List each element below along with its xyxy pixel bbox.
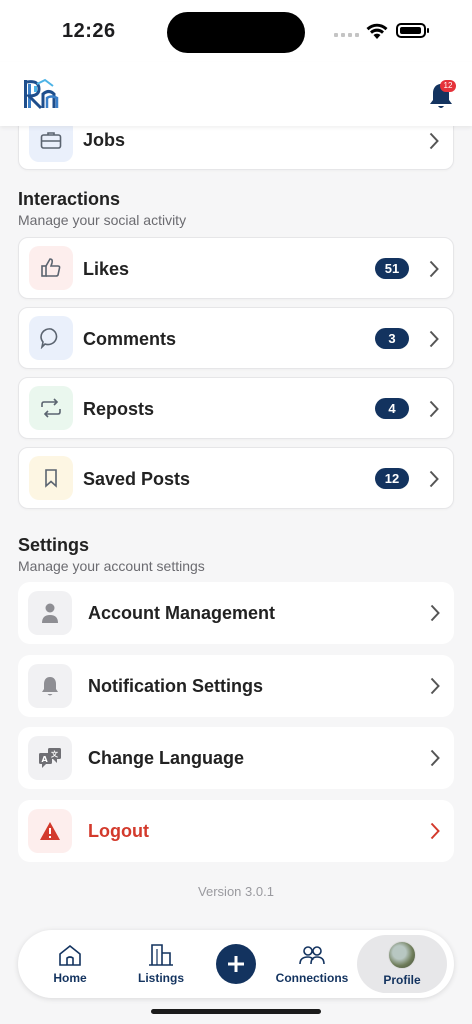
menu-item-label: Notification Settings: [88, 676, 263, 696]
tab-connections[interactable]: Connections: [272, 930, 352, 998]
chevron-right-icon: [430, 677, 440, 695]
plus-icon: [228, 956, 244, 972]
tab-label: Profile: [383, 973, 421, 987]
count-badge: 4: [375, 398, 409, 419]
tab-label: Listings: [137, 971, 184, 985]
chevron-right-icon: [429, 330, 439, 348]
app-header: 12: [0, 62, 472, 126]
translate-icon: A文: [28, 736, 72, 780]
chevron-right-icon: [429, 400, 439, 418]
chevron-right-icon: [430, 822, 440, 840]
menu-item-logout[interactable]: Logout: [18, 800, 454, 862]
menu-item-label: Jobs: [83, 130, 126, 150]
tab-home[interactable]: Home: [38, 930, 102, 998]
status-bar: 12:26: [0, 0, 472, 62]
menu-item-notification-settings[interactable]: Notification Settings: [18, 655, 454, 717]
signal-icon: [334, 33, 359, 37]
menu-item-label: Reposts: [83, 399, 155, 419]
home-icon: [59, 944, 81, 966]
menu-item-label: Change Language: [88, 748, 245, 768]
bell-icon: [28, 664, 72, 708]
count-badge: 3: [375, 328, 409, 349]
avatar: [388, 941, 416, 969]
chevron-right-icon: [430, 749, 440, 767]
bottom-tab-bar: Home Listings Connections Profile: [18, 930, 454, 998]
menu-item-jobs[interactable]: Jobs: [18, 126, 454, 170]
chevron-right-icon: [430, 604, 440, 622]
svg-text:文: 文: [51, 750, 59, 759]
home-indicator: [151, 1009, 321, 1014]
menu-item-label: Comments: [83, 329, 177, 349]
tab-label: Connections: [275, 971, 349, 985]
building-icon: [149, 944, 173, 966]
count-badge: 12: [375, 468, 409, 489]
section-title-settings: Settings: [18, 535, 90, 555]
status-time: 12:26: [62, 20, 116, 42]
menu-item-change-language[interactable]: A文 Change Language: [18, 727, 454, 789]
menu-item-likes[interactable]: Likes 51: [18, 237, 454, 299]
create-post-button[interactable]: [216, 944, 256, 984]
wifi-icon: [366, 23, 388, 39]
briefcase-icon: [29, 126, 73, 162]
svg-text:A: A: [42, 755, 49, 764]
chevron-right-icon: [429, 260, 439, 278]
section-title-interactions: Interactions: [18, 189, 121, 209]
dynamic-island: [167, 12, 305, 53]
menu-item-label: Saved Posts: [83, 469, 191, 489]
tab-label: Home: [53, 971, 87, 985]
menu-item-reposts[interactable]: Reposts 4: [18, 377, 454, 439]
menu-item-comments[interactable]: Comments 3: [18, 307, 454, 369]
profile-menu[interactable]: Jobs Interactions Manage your social act…: [0, 126, 472, 926]
chevron-right-icon: [429, 132, 439, 150]
menu-item-saved-posts[interactable]: Saved Posts 12: [18, 447, 454, 509]
menu-item-label: Account Management: [88, 603, 276, 623]
menu-item-label: Likes: [83, 259, 130, 279]
count-badge: 51: [375, 258, 409, 279]
notification-count-badge: 12: [440, 80, 456, 92]
repost-icon: [29, 386, 73, 430]
section-subtitle-settings: Manage your account settings: [18, 558, 205, 574]
app-version: Version 3.0.1: [198, 884, 274, 899]
warning-icon: [28, 809, 72, 853]
battery-icon: [396, 23, 429, 38]
tab-listings[interactable]: Listings: [128, 930, 194, 998]
comment-icon: [29, 316, 73, 360]
logo-icon: [24, 78, 59, 110]
section-subtitle-interactions: Manage your social activity: [18, 212, 187, 228]
bookmark-icon: [29, 456, 73, 500]
thumbs-up-icon: [29, 246, 73, 290]
chevron-right-icon: [429, 470, 439, 488]
person-icon: [28, 591, 72, 635]
tab-profile[interactable]: Profile: [357, 935, 447, 993]
menu-item-account-management[interactable]: Account Management: [18, 582, 454, 644]
menu-item-label: Logout: [88, 821, 149, 841]
people-icon: [299, 946, 325, 965]
